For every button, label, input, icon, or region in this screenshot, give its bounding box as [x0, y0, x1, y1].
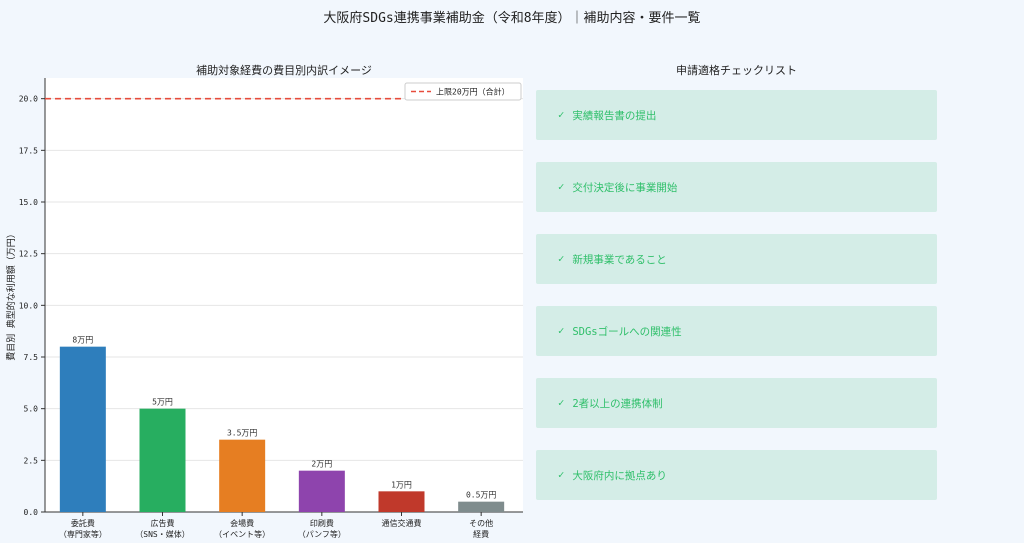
check-icon: ✓ — [558, 253, 565, 265]
x-tick-label: その他 — [469, 518, 493, 528]
x-tick-label: 広告費 — [151, 518, 175, 528]
y-tick-label: 12.5 — [19, 250, 38, 259]
legend-label: 上限20万円（合計） — [436, 87, 510, 97]
bar — [458, 501, 505, 512]
x-tick-label: （SNS・媒体） — [135, 529, 189, 539]
check-icon: ✓ — [558, 469, 565, 481]
checklist-item: ✓ 2者以上の連携体制 — [536, 378, 937, 428]
checklist-item-label: 2者以上の連携体制 — [572, 397, 663, 410]
y-tick-label: 2.5 — [24, 456, 39, 465]
x-tick-label: 委託費 — [71, 518, 95, 528]
check-icon: ✓ — [558, 325, 565, 337]
checklist-item-label: 実績報告書の提出 — [572, 109, 657, 122]
x-tick-label: 会場費 — [230, 518, 254, 528]
check-icon: ✓ — [558, 397, 565, 409]
x-tick-label: 印刷費 — [310, 518, 334, 528]
x-tick-label: 通信交通費 — [382, 518, 422, 528]
bar — [378, 491, 425, 512]
check-icon: ✓ — [558, 181, 565, 193]
check-icon: ✓ — [558, 109, 565, 121]
checklist-item: ✓ 新規事業であること — [536, 234, 937, 284]
y-tick-label: 5.0 — [24, 405, 39, 414]
bar-value-label: 0.5万円 — [466, 491, 496, 500]
bar-chart: 0.0 2.5 5.0 7.5 10.0 12.5 15.0 17.5 20.0 費目別 典型的な… — [5, 78, 523, 539]
bar-value-label: 3.5万円 — [227, 429, 257, 438]
checklist-item-label: 新規事業であること — [572, 253, 667, 266]
bar — [139, 408, 186, 512]
checklist-item: ✓ 交付決定後に事業開始 — [536, 162, 937, 212]
y-tick-label: 10.0 — [19, 301, 38, 310]
x-tick-label: （イベント等） — [214, 529, 270, 539]
x-tick-label: （パンフ等） — [298, 529, 346, 539]
y-axis-label: 費目別 典型的な利用額（万円） — [5, 229, 17, 360]
plot-area — [45, 78, 523, 512]
x-tick-label: 経費 — [473, 529, 489, 539]
checklist-item-label: 大阪府内に拠点あり — [572, 469, 667, 482]
bar — [219, 439, 266, 512]
checklist-title: 申請適格チェックリスト — [676, 64, 797, 77]
bar-value-label: 2万円 — [311, 460, 332, 469]
bar-value-label: 8万円 — [72, 336, 93, 345]
bar-value-label: 1万円 — [391, 480, 412, 489]
y-tick-label: 15.0 — [19, 198, 38, 207]
y-tick-label: 20.0 — [19, 95, 38, 104]
eligibility-checklist: ✓ 実績報告書の提出 ✓ 交付決定後に事業開始 ✓ 新規事業であること ✓ SDGsゴールへの… — [536, 90, 937, 522]
x-tick-label: （専門家等） — [59, 529, 107, 539]
bar — [298, 470, 345, 512]
bar — [59, 346, 106, 512]
bar-value-label: 5万円 — [152, 398, 173, 407]
checklist-item-label: 交付決定後に事業開始 — [572, 181, 678, 194]
y-tick-label: 17.5 — [19, 146, 38, 155]
checklist-item: ✓ SDGsゴールへの関連性 — [536, 306, 937, 356]
y-tick-label: 0.0 — [24, 508, 39, 517]
checklist-item-label: SDGsゴールへの関連性 — [572, 325, 682, 338]
checklist-item: ✓ 大阪府内に拠点あり — [536, 450, 937, 500]
checklist-item: ✓ 実績報告書の提出 — [536, 90, 937, 140]
y-tick-label: 7.5 — [24, 353, 39, 362]
